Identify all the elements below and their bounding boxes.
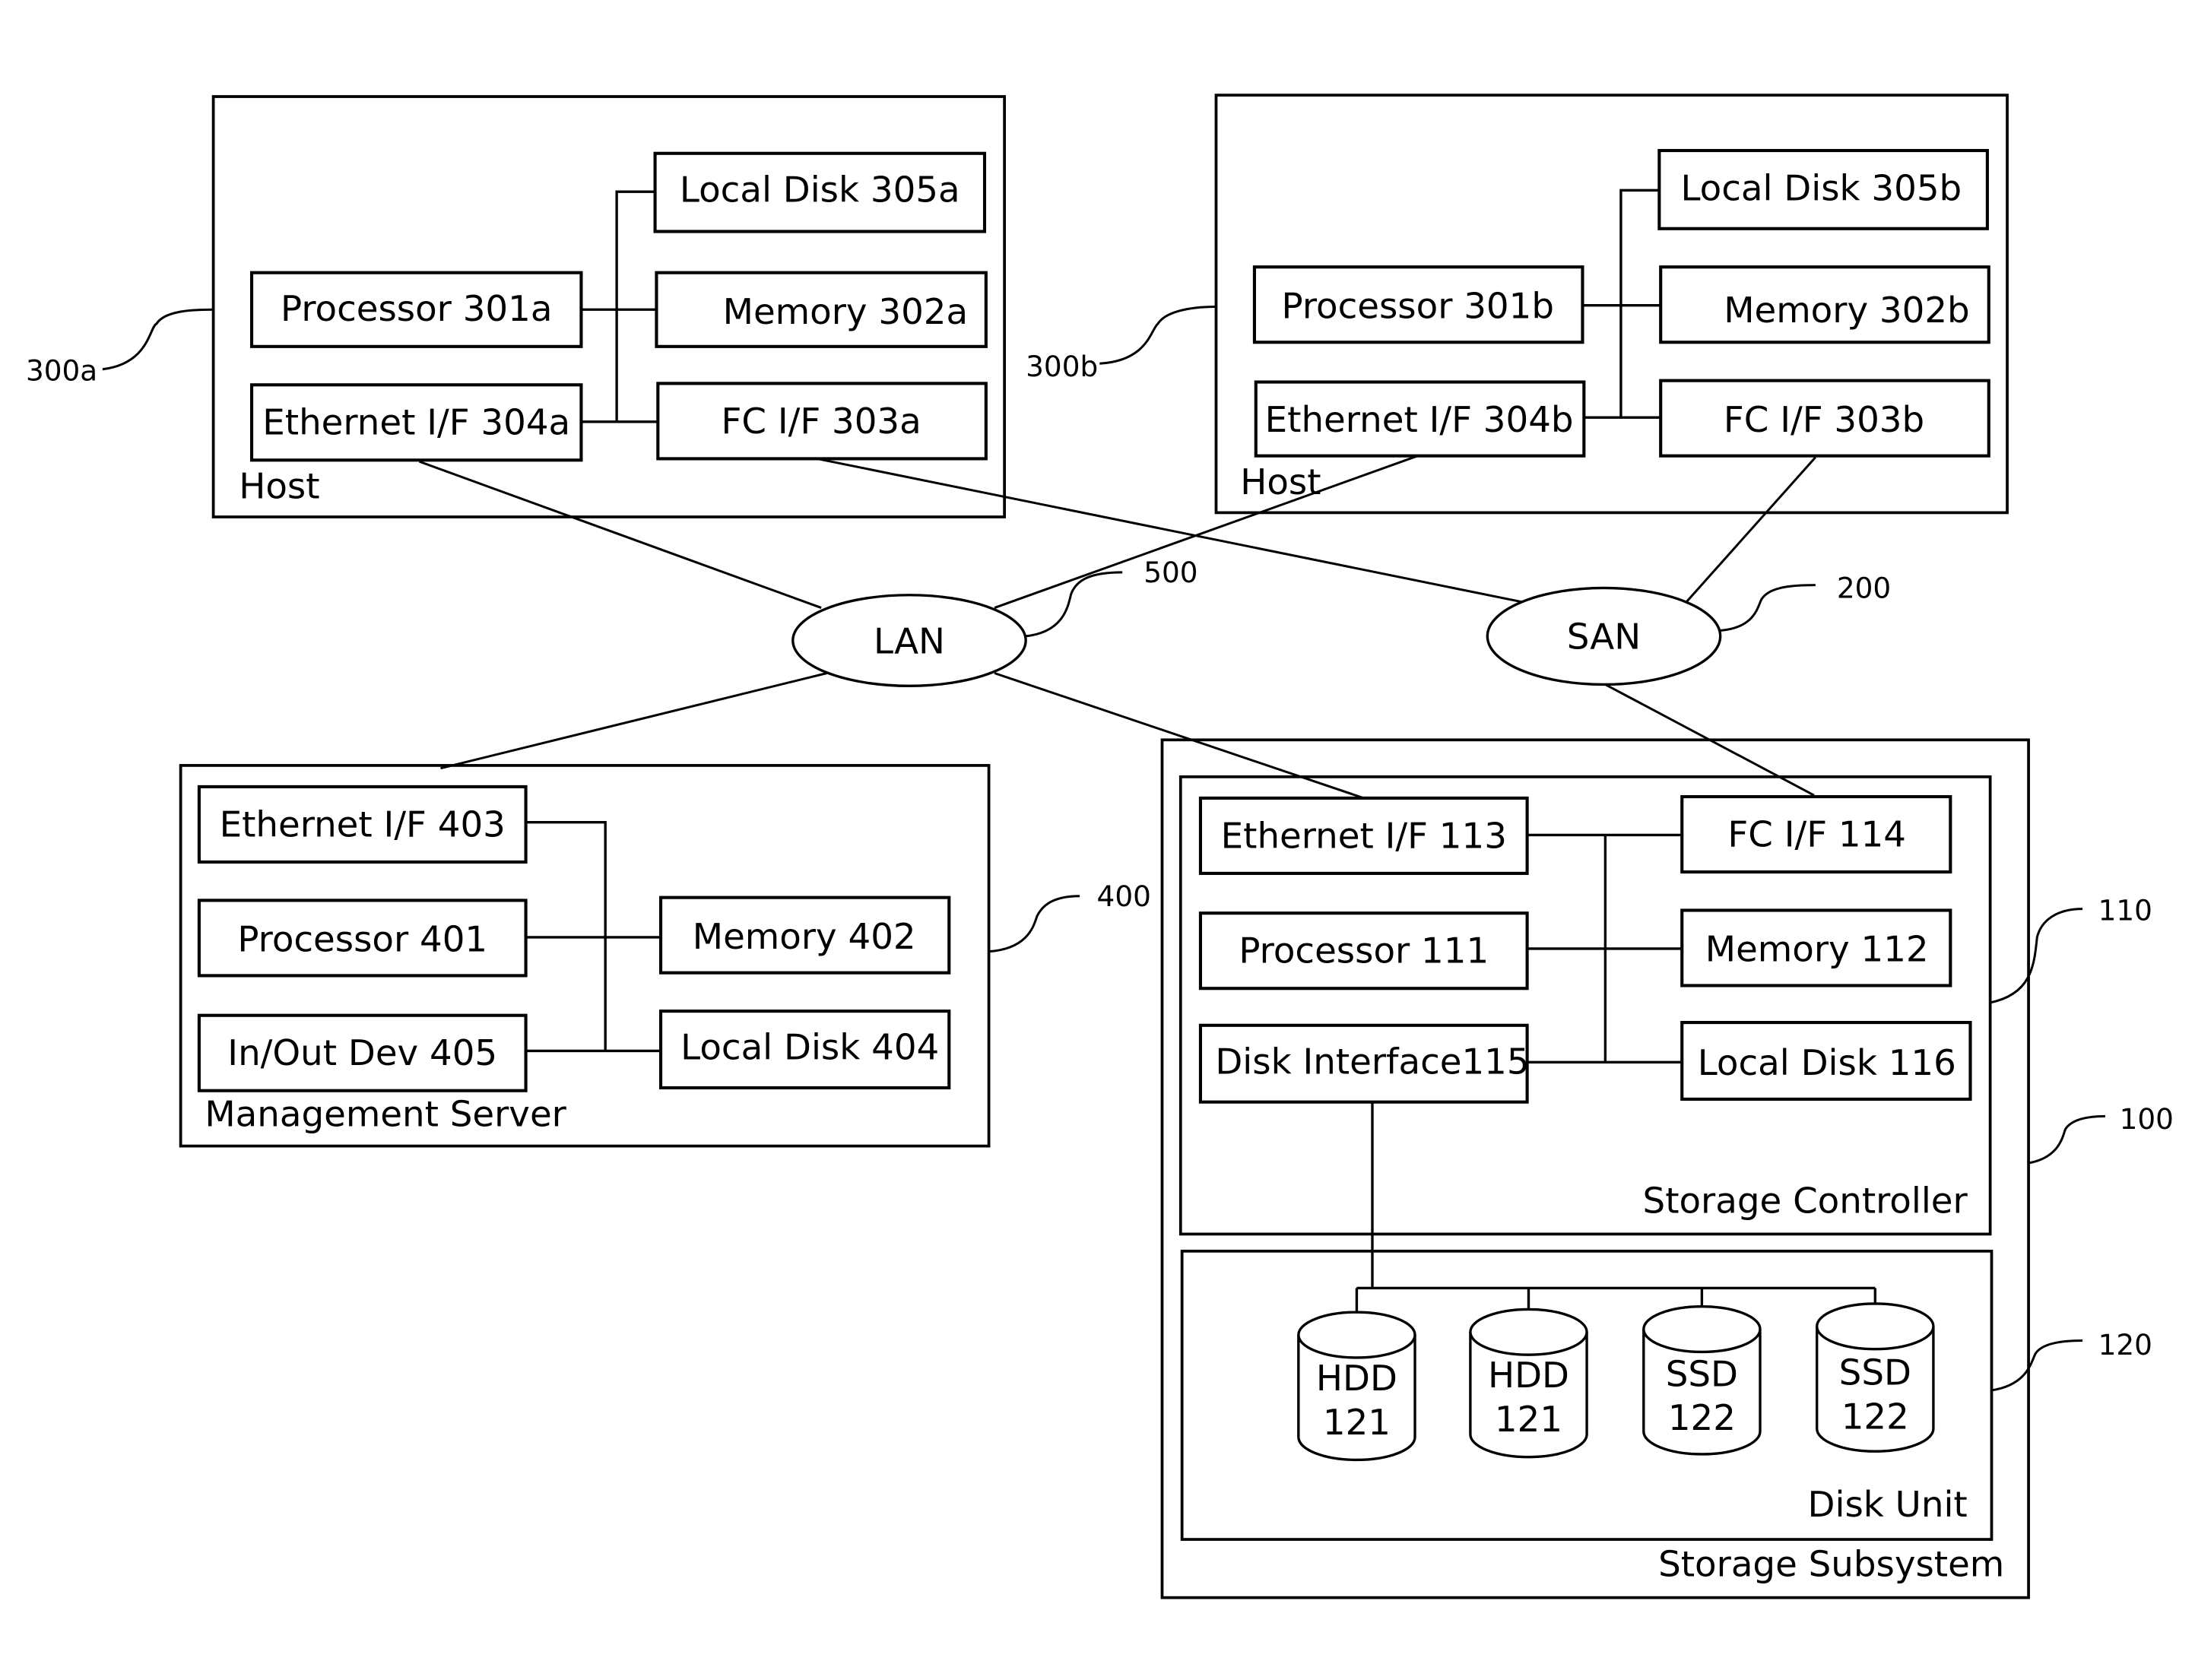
mgmt-memory-label: Memory 402 (693, 917, 916, 958)
host-b-bus (1582, 189, 1661, 419)
sc-processor-label: Processor 111 (1239, 931, 1489, 972)
drive-1: HDD 121 (1297, 1311, 1416, 1462)
lan-label: LAN (874, 621, 945, 662)
drive-2-top (1469, 1308, 1588, 1356)
mgmt-io-dev-label: In/Out Dev 405 (227, 1033, 497, 1074)
host-b-ref: 300b (1026, 306, 1216, 383)
host-b-label: Host (1240, 462, 1321, 503)
storage-subsystem-ref: 100 (2028, 1102, 2174, 1165)
host-b: Local Disk 305b Processor 301b Memory 30… (1214, 94, 2009, 515)
lan-ref-number: 500 (1143, 556, 1197, 589)
storage-controller-ref-number: 110 (2098, 894, 2152, 927)
san-network: SAN 200 (1486, 571, 1891, 686)
mgmt-ethernet-label: Ethernet I/F 403 (220, 804, 506, 845)
drive-2-number: 121 (1495, 1399, 1562, 1441)
mgmt-label: Management Server (205, 1094, 566, 1135)
drive-1-number: 121 (1323, 1403, 1391, 1444)
drive-1-type: HDD (1316, 1358, 1397, 1399)
disk-unit-label: Disk Unit (1808, 1485, 1968, 1526)
mgmt-bus (525, 820, 661, 1053)
sc-bus (1527, 833, 1683, 1064)
sc-ethernet-label: Ethernet I/F 113 (1221, 816, 1507, 857)
storage-controller: Ethernet I/F 113 FC I/F 114 Processor 11… (1178, 775, 1992, 1236)
host-b-fc-label: FC I/F 303b (1724, 400, 1924, 441)
host-a-bus (581, 190, 658, 423)
lan-ref-leader (1025, 571, 1123, 638)
san-ref-leader (1720, 584, 1816, 632)
storage-subsystem-ref-number: 100 (2120, 1102, 2174, 1136)
lan-network: LAN 500 (791, 556, 1198, 687)
sc-disk-interface-label: Disk Interface115 (1215, 1041, 1529, 1082)
mgmt-ref-number: 400 (1097, 880, 1151, 913)
link-lan-to-mgmt-eth (440, 672, 827, 770)
host-a-ref-number: 300a (26, 354, 97, 388)
host-a-ethernet-label: Ethernet I/F 304a (262, 403, 570, 444)
link-host-b-eth-to-lan (994, 455, 1419, 609)
link-host-b-fc-to-san (1685, 456, 1816, 604)
drive-4-type: SSD (1839, 1352, 1911, 1393)
drive-4-top (1816, 1302, 1935, 1351)
host-a: Local Disk 305a Processor 301a Memory 30… (211, 95, 1007, 518)
host-a-label: Host (239, 467, 319, 508)
host-b-memory-label: Memory 302b (1724, 290, 1969, 331)
management-server: Ethernet I/F 403 Processor 401 In/Out De… (179, 764, 991, 1148)
drive-3-type: SSD (1666, 1354, 1738, 1395)
drive-2-type: HDD (1488, 1355, 1569, 1396)
drive-3-top (1642, 1305, 1762, 1354)
system-diagram: Local Disk 305a Processor 301a Memory 30… (26, 94, 2174, 1599)
host-a-memory-label: Memory 302a (723, 292, 968, 333)
drive-4: SSD 122 (1816, 1302, 1935, 1453)
storage-controller-ref: 110 (1990, 894, 2152, 1004)
disk-unit-ref-number: 120 (2098, 1328, 2152, 1361)
storage-subsystem: Ethernet I/F 113 FC I/F 114 Processor 11… (1160, 738, 2030, 1599)
host-a-local-disk-label: Local Disk 305a (680, 170, 960, 211)
host-a-processor-label: Processor 301a (281, 289, 552, 330)
disk-unit: HDD 121 HDD 121 SSD 122 SSD 122 Disk Uni… (1180, 1102, 1994, 1541)
host-b-local-disk-label: Local Disk 305b (1680, 168, 1962, 209)
sc-memory-label: Memory 112 (1705, 930, 1929, 971)
san-ref-number: 200 (1837, 571, 1891, 604)
drive-2: HDD 121 (1469, 1308, 1588, 1459)
host-a-ref: 300a (26, 308, 214, 388)
san-label: SAN (1567, 617, 1641, 658)
sc-fc-label: FC I/F 114 (1727, 814, 1906, 855)
mgmt-local-disk-label: Local Disk 404 (680, 1028, 939, 1069)
host-a-fc-label: FC I/F 303a (722, 401, 921, 442)
drive-4-number: 122 (1841, 1396, 1909, 1438)
disk-unit-ref: 120 (1991, 1328, 2152, 1392)
disk-unit-ref-leader (1991, 1339, 2083, 1392)
sc-label: Storage Controller (1643, 1181, 1968, 1222)
host-b-processor-label: Processor 301b (1282, 286, 1554, 327)
storage-subsystem-label: Storage Subsystem (1658, 1545, 2004, 1586)
storage-subsystem-ref-leader (2028, 1114, 2105, 1165)
sc-local-disk-label: Local Disk 116 (1698, 1043, 1956, 1084)
host-b-ref-leader (1099, 306, 1216, 365)
drive-1-top (1297, 1311, 1416, 1359)
host-b-ethernet-label: Ethernet I/F 304b (1265, 400, 1574, 441)
drive-3: SSD 122 (1642, 1305, 1762, 1456)
storage-controller-ref-leader (1990, 908, 2083, 1004)
drive-3-number: 122 (1668, 1398, 1736, 1439)
host-a-ref-leader (102, 308, 214, 371)
link-host-a-eth-to-lan (418, 460, 822, 609)
host-b-ref-number: 300b (1026, 350, 1098, 383)
mgmt-processor-label: Processor 401 (237, 920, 487, 961)
mgmt-ref: 400 (988, 880, 1151, 953)
mgmt-ref-leader (988, 895, 1080, 953)
